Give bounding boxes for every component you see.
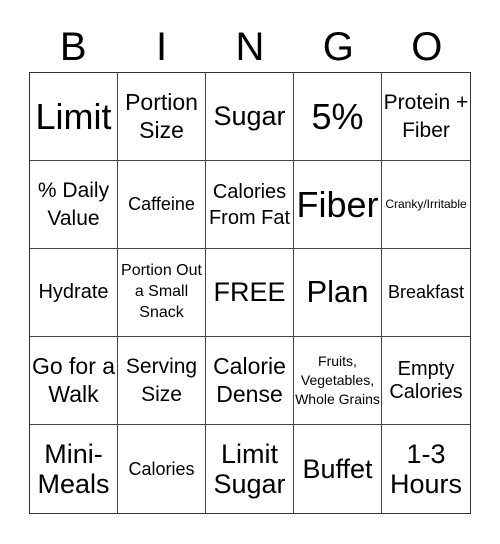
bingo-cell[interactable]: 5%	[294, 73, 382, 161]
bingo-cell[interactable]: Calories From Fat	[206, 161, 294, 249]
bingo-cell[interactable]: Caffeine	[118, 161, 206, 249]
bingo-cell[interactable]: Limit	[30, 73, 118, 161]
header-letter-o: O	[411, 25, 443, 69]
header-letter-i: I	[156, 25, 168, 69]
bingo-cell[interactable]: Empty Calories	[382, 337, 470, 425]
bingo-cell[interactable]: Go for a Walk	[30, 337, 118, 425]
bingo-cell[interactable]: Mini-Meals	[30, 425, 118, 513]
header-letter-n: N	[235, 25, 265, 69]
bingo-cell[interactable]: Portion Size	[118, 73, 206, 161]
bingo-cell[interactable]: % Daily Value	[30, 161, 118, 249]
bingo-cell[interactable]: Cranky/Irritable	[382, 161, 470, 249]
bingo-cell[interactable]: Portion Out a Small Snack	[118, 249, 206, 337]
free-space[interactable]: FREE	[206, 249, 294, 337]
bingo-cell[interactable]: Fiber	[294, 161, 382, 249]
bingo-cell[interactable]: Hydrate	[30, 249, 118, 337]
bingo-cell[interactable]: Limit Sugar	[206, 425, 294, 513]
header-letter-b: B	[59, 25, 87, 69]
bingo-cell[interactable]: Calorie Dense	[206, 337, 294, 425]
bingo-cell[interactable]: Breakfast	[382, 249, 470, 337]
bingo-cell[interactable]: Calories	[118, 425, 206, 513]
header-letter-g: G	[322, 25, 354, 69]
bingo-cell[interactable]: Protein + Fiber	[382, 73, 470, 161]
bingo-card: Limit Portion Size Sugar 5% Protein + Fi…	[29, 72, 471, 514]
bingo-cell[interactable]: Plan	[294, 249, 382, 337]
bingo-header: B I N G O	[29, 22, 471, 72]
bingo-cell[interactable]: Fruits, Vegetables, Whole Grains	[294, 337, 382, 425]
bingo-cell[interactable]: Buffet	[294, 425, 382, 513]
bingo-cell[interactable]: Serving Size	[118, 337, 206, 425]
bingo-cell[interactable]: 1-3 Hours	[382, 425, 470, 513]
bingo-cell[interactable]: Sugar	[206, 73, 294, 161]
